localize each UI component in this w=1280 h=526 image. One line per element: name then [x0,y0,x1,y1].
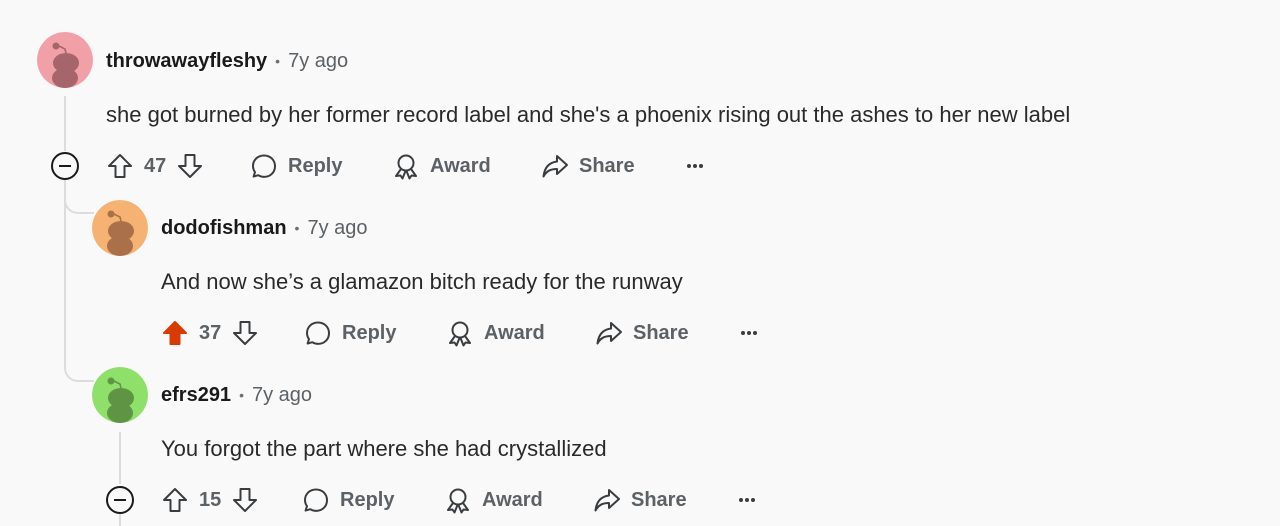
username[interactable]: efrs291 [161,384,231,407]
dot [753,331,757,335]
dot [699,164,703,168]
avatar[interactable] [37,32,93,88]
share-button[interactable]: Share [541,146,635,186]
upvote-active-icon[interactable] [161,319,189,347]
reply-button[interactable]: Reply [250,146,342,186]
downvote-icon[interactable] [231,486,259,514]
separator-dot: • [275,53,281,69]
timestamp[interactable]: 7y ago [252,384,312,407]
share-button[interactable]: Share [593,480,687,520]
share-arrow-icon [542,155,568,178]
award-icon [449,321,471,347]
collapse-button[interactable] [106,486,134,514]
separator-dot: • [294,220,300,236]
comment-bubble-icon [252,154,276,178]
downvote-icon[interactable] [231,319,259,347]
share-button[interactable]: Share [595,313,689,353]
comment-thread: throwawayfleshy • 7y ago she got burned … [0,0,1280,526]
comment-body: And now she’s a glamazon bitch ready for… [161,269,683,294]
reply-label: Reply [342,321,397,344]
thread-line-child[interactable] [119,432,121,484]
username[interactable]: throwawayfleshy [106,50,267,73]
vote-group: 15 [161,480,259,520]
share-label: Share [633,321,689,344]
comment-bubble-icon [304,488,328,512]
share-arrow-icon [596,322,622,345]
dot [739,498,743,502]
award-icon [447,488,469,514]
more-options-button[interactable] [739,480,757,520]
dot [687,164,691,168]
username[interactable]: dodofishman [161,217,287,240]
comment-meta: throwawayfleshy • 7y ago [106,49,348,73]
reply-label: Reply [288,154,343,177]
award-label: Award [430,154,491,177]
downvote-icon[interactable] [176,152,204,180]
thread-elbow-1 [64,180,94,214]
thread-elbow-2 [64,340,94,382]
avatar[interactable] [92,367,148,423]
collapse-button[interactable] [51,152,79,180]
separator-dot: • [239,387,244,403]
vote-group: 47 [106,146,204,186]
share-arrow-icon [594,489,620,512]
reply-label: Reply [340,488,395,511]
comment-meta: efrs291 • 7y ago [161,383,312,407]
dot [693,164,697,168]
timestamp[interactable]: 7y ago [288,50,348,73]
reply-button[interactable]: Reply [302,480,394,520]
award-label: Award [484,321,545,344]
award-button[interactable]: Award [446,313,545,353]
timestamp[interactable]: 7y ago [307,217,367,240]
vote-group: 37 [161,313,259,353]
avatar[interactable] [92,200,148,256]
award-button[interactable]: Award [444,480,543,520]
dot [745,498,749,502]
dot [747,331,751,335]
upvote-icon[interactable] [161,486,189,514]
thread-line-root[interactable] [64,96,66,151]
upvote-icon[interactable] [106,152,134,180]
share-label: Share [579,154,635,177]
reply-button[interactable]: Reply [304,313,396,353]
dot [751,498,755,502]
comment-meta: dodofishman • 7y ago [161,216,368,240]
dot [741,331,745,335]
award-label: Award [482,488,543,511]
snoo-avatar-icon [92,200,148,256]
vote-count: 15 [199,488,222,511]
comment-bubble-icon [306,321,330,345]
vote-count: 37 [199,321,222,344]
thread-line-child-lower[interactable] [119,514,121,526]
award-button[interactable]: Award [392,146,491,186]
share-label: Share [631,488,687,511]
comment-body: she got burned by her former record labe… [106,102,1071,127]
award-icon [395,154,417,180]
comment-body: You forgot the part where she had crysta… [161,436,607,461]
more-options-button[interactable] [741,313,759,353]
snoo-avatar-icon [37,32,93,88]
vote-count: 47 [144,154,167,177]
snoo-avatar-icon [92,367,148,423]
more-options-button[interactable] [687,146,705,186]
